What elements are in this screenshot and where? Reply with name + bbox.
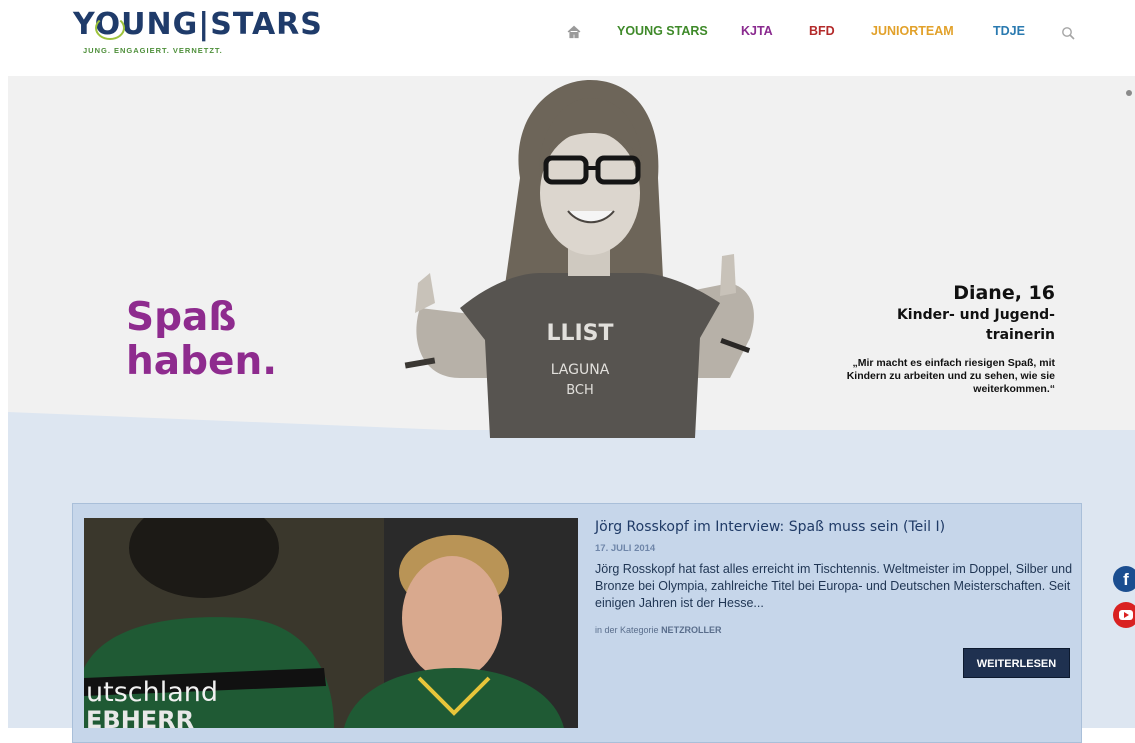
nav-juniorteam[interactable]: JUNIORTEAM (871, 24, 954, 38)
shirt-print-line2: LAGUNA (551, 362, 610, 378)
shirt-print-line3: BCH (566, 383, 594, 398)
article-excerpt: Jörg Rosskopf hat fast alles erreicht im… (595, 562, 1073, 610)
slider-indicator-dot[interactable] (1126, 90, 1132, 96)
youtube-play-icon (1119, 610, 1133, 620)
hero-slogan: Spaß haben. (126, 296, 277, 384)
nav-young-stars[interactable]: YOUNG STARS (617, 24, 708, 38)
category-prefix: in der Kategorie (595, 625, 659, 635)
nav-bfd[interactable]: BFD (809, 24, 835, 38)
read-more-button[interactable]: WEITERLESEN (963, 648, 1070, 678)
article-photo: utschland EBHERR (84, 518, 578, 728)
nav-tdje[interactable]: TDJE (993, 24, 1025, 38)
facebook-icon[interactable]: f (1113, 566, 1135, 592)
person-role-line2: trainerin (986, 327, 1055, 343)
article-title[interactable]: Jörg Rosskopf im Interview: Spaß muss se… (595, 519, 945, 535)
search-icon[interactable] (1061, 26, 1075, 40)
person-name: Diane, 16 (953, 282, 1055, 304)
hero-portrait: LLIST LAGUNA BCH (404, 80, 754, 438)
hero-person-info: Diane, 16 Kinder- und Jugend- trainerin … (847, 281, 1055, 396)
article-category: in der Kategorie NETZROLLER (595, 625, 722, 635)
photo-jersey-text-2: EBHERR (86, 706, 194, 728)
youtube-icon[interactable] (1113, 602, 1135, 628)
shirt-print-line1: LLIST (546, 321, 613, 346)
person-role-line1: Kinder- und Jugend- (896, 307, 1055, 323)
slogan-line2: haben. (126, 339, 278, 384)
slogan-line1: Spaß (126, 295, 237, 340)
site-header: YOUNG|STARS JUNG. ENGAGIERT. VERNETZT. Y… (0, 0, 1135, 76)
article-image[interactable]: utschland EBHERR (84, 518, 578, 728)
photo-jersey-text: utschland (86, 677, 218, 708)
category-link[interactable]: NETZROLLER (661, 625, 722, 635)
logo-tagline: JUNG. ENGAGIERT. VERNETZT. (83, 46, 223, 55)
article-date: 17. JULI 2014 (595, 543, 656, 554)
site-logo[interactable]: YOUNG|STARS JUNG. ENGAGIERT. VERNETZT. (73, 8, 322, 60)
person-quote: „Mir macht es einfach riesigen Spaß, mit… (846, 357, 1055, 395)
logo-ball-icon (95, 16, 125, 40)
nav-kjta[interactable]: KJTA (741, 24, 773, 38)
home-icon[interactable] (567, 25, 581, 39)
